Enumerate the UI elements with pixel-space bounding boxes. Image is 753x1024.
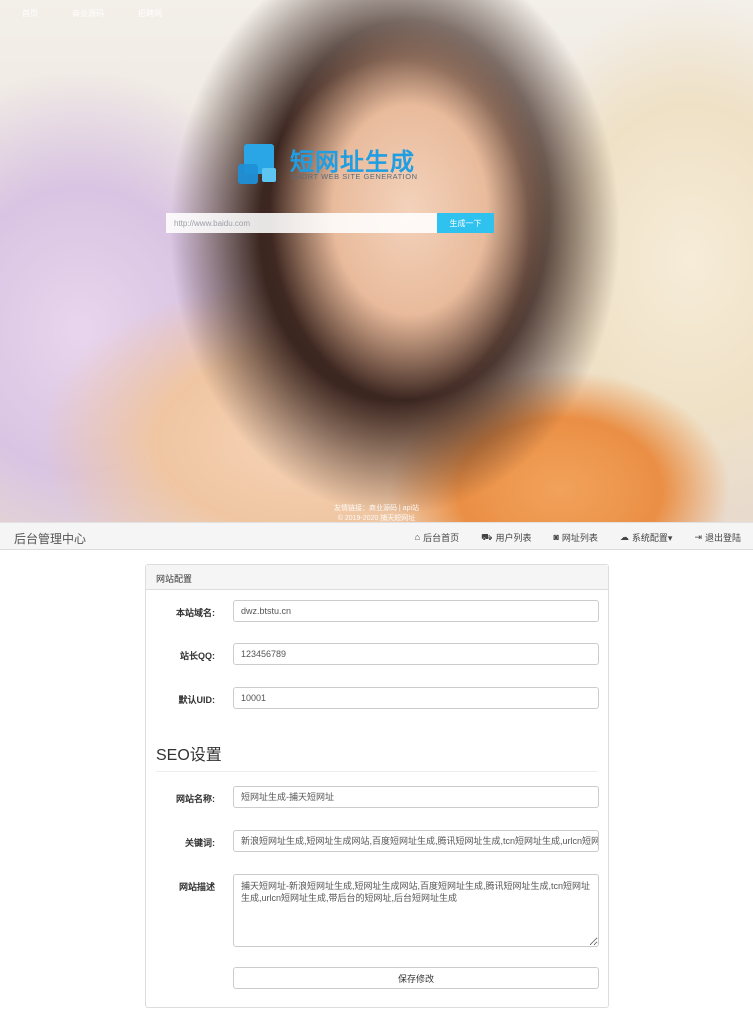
url-input[interactable] [166, 213, 437, 233]
cloud-icon: ☁ [619, 532, 629, 542]
nav-item-urls[interactable]: ◙ 网址列表 [553, 531, 597, 544]
nav-item-label: 退出登陆 [704, 533, 741, 543]
save-button[interactable]: 保存修改 [233, 967, 599, 989]
sitename-label: 网站名称: [176, 794, 215, 804]
nav-item-users[interactable]: ⛟ 用户列表 [481, 531, 531, 544]
keywords-label: 关键词: [185, 838, 215, 848]
nav-item-settings[interactable]: ☁ 系统配置▾ [620, 531, 673, 544]
seo-divider [156, 771, 598, 772]
nav-item-label: 系统配置▾ [631, 533, 673, 543]
generate-button[interactable]: 生成一下 [437, 213, 494, 233]
keywords-field[interactable]: 新浪短网址生成,短网址生成网站,百度短网址生成,腾讯短网址生成,tcn短网址生成… [233, 830, 599, 852]
nav-item-logout[interactable]: ⇥ 退出登陆 [694, 531, 741, 544]
admin-navbar: 后台管理中心 ⌂ 后台首页 ⛟ 用户列表 ◙ 网址列表 ☁ 系统配置▾ ⇥ 退出… [0, 522, 753, 550]
url-form: 生成一下 [166, 213, 494, 233]
cart-icon: ⛟ [481, 532, 493, 542]
qq-field[interactable]: 123456789 [233, 643, 599, 665]
site-config-panel: 网站配置 本站域名: dwz.btstu.cn 站长QQ: 123456789 … [145, 564, 609, 1008]
friend-links[interactable]: 友情链接：商业源码 | api站 [0, 503, 753, 513]
hero-nav-source[interactable]: 商业源码 [72, 8, 104, 19]
domain-field[interactable]: dwz.btstu.cn [233, 600, 599, 622]
hero-top-nav: 首页 商业源码 招聘网 [22, 8, 162, 19]
seo-heading: SEO设置 [156, 747, 222, 764]
hero-nav-jobs[interactable]: 招聘网 [138, 8, 162, 19]
nav-item-dashboard[interactable]: ⌂ 后台首页 [415, 531, 459, 544]
logout-icon: ⇥ [694, 532, 702, 542]
logo-squares-icon [238, 144, 286, 192]
description-textarea[interactable]: 捕天短网址-新浪短网址生成,短网址生成网站,百度短网址生成,腾讯短网址生成,tc… [233, 874, 599, 947]
camera-icon: ◙ [553, 532, 559, 542]
uid-field[interactable]: 10001 [233, 687, 599, 709]
nav-item-label: 后台首页 [423, 533, 460, 543]
hero-nav-home[interactable]: 首页 [22, 8, 38, 19]
admin-brand[interactable]: 后台管理中心 [14, 530, 86, 547]
copyright: © 2019-2020 捕天短网址 [337, 515, 416, 522]
nav-item-label: 网址列表 [561, 533, 598, 543]
panel-heading: 网站配置 [146, 565, 608, 590]
site-logo: 短网址生成 SHORT WEB SITE GENERATION [238, 140, 438, 192]
admin-nav-menu: ⌂ 后台首页 ⛟ 用户列表 ◙ 网址列表 ☁ 系统配置▾ ⇥ 退出登陆 [415, 531, 741, 544]
uid-label: 默认UID: [178, 695, 216, 705]
description-label: 网站描述 [178, 882, 215, 892]
hero-banner: 首页 商业源码 招聘网 短网址生成 SHORT WEB SITE GENERAT… [0, 0, 753, 522]
domain-label: 本站域名: [176, 608, 215, 618]
sitename-field[interactable]: 短网址生成-捕天短网址 [233, 786, 599, 808]
logo-subtitle: SHORT WEB SITE GENERATION [290, 172, 418, 181]
nav-item-label: 用户列表 [495, 533, 532, 543]
home-icon: ⌂ [414, 532, 421, 542]
qq-label: 站长QQ: [180, 651, 215, 661]
